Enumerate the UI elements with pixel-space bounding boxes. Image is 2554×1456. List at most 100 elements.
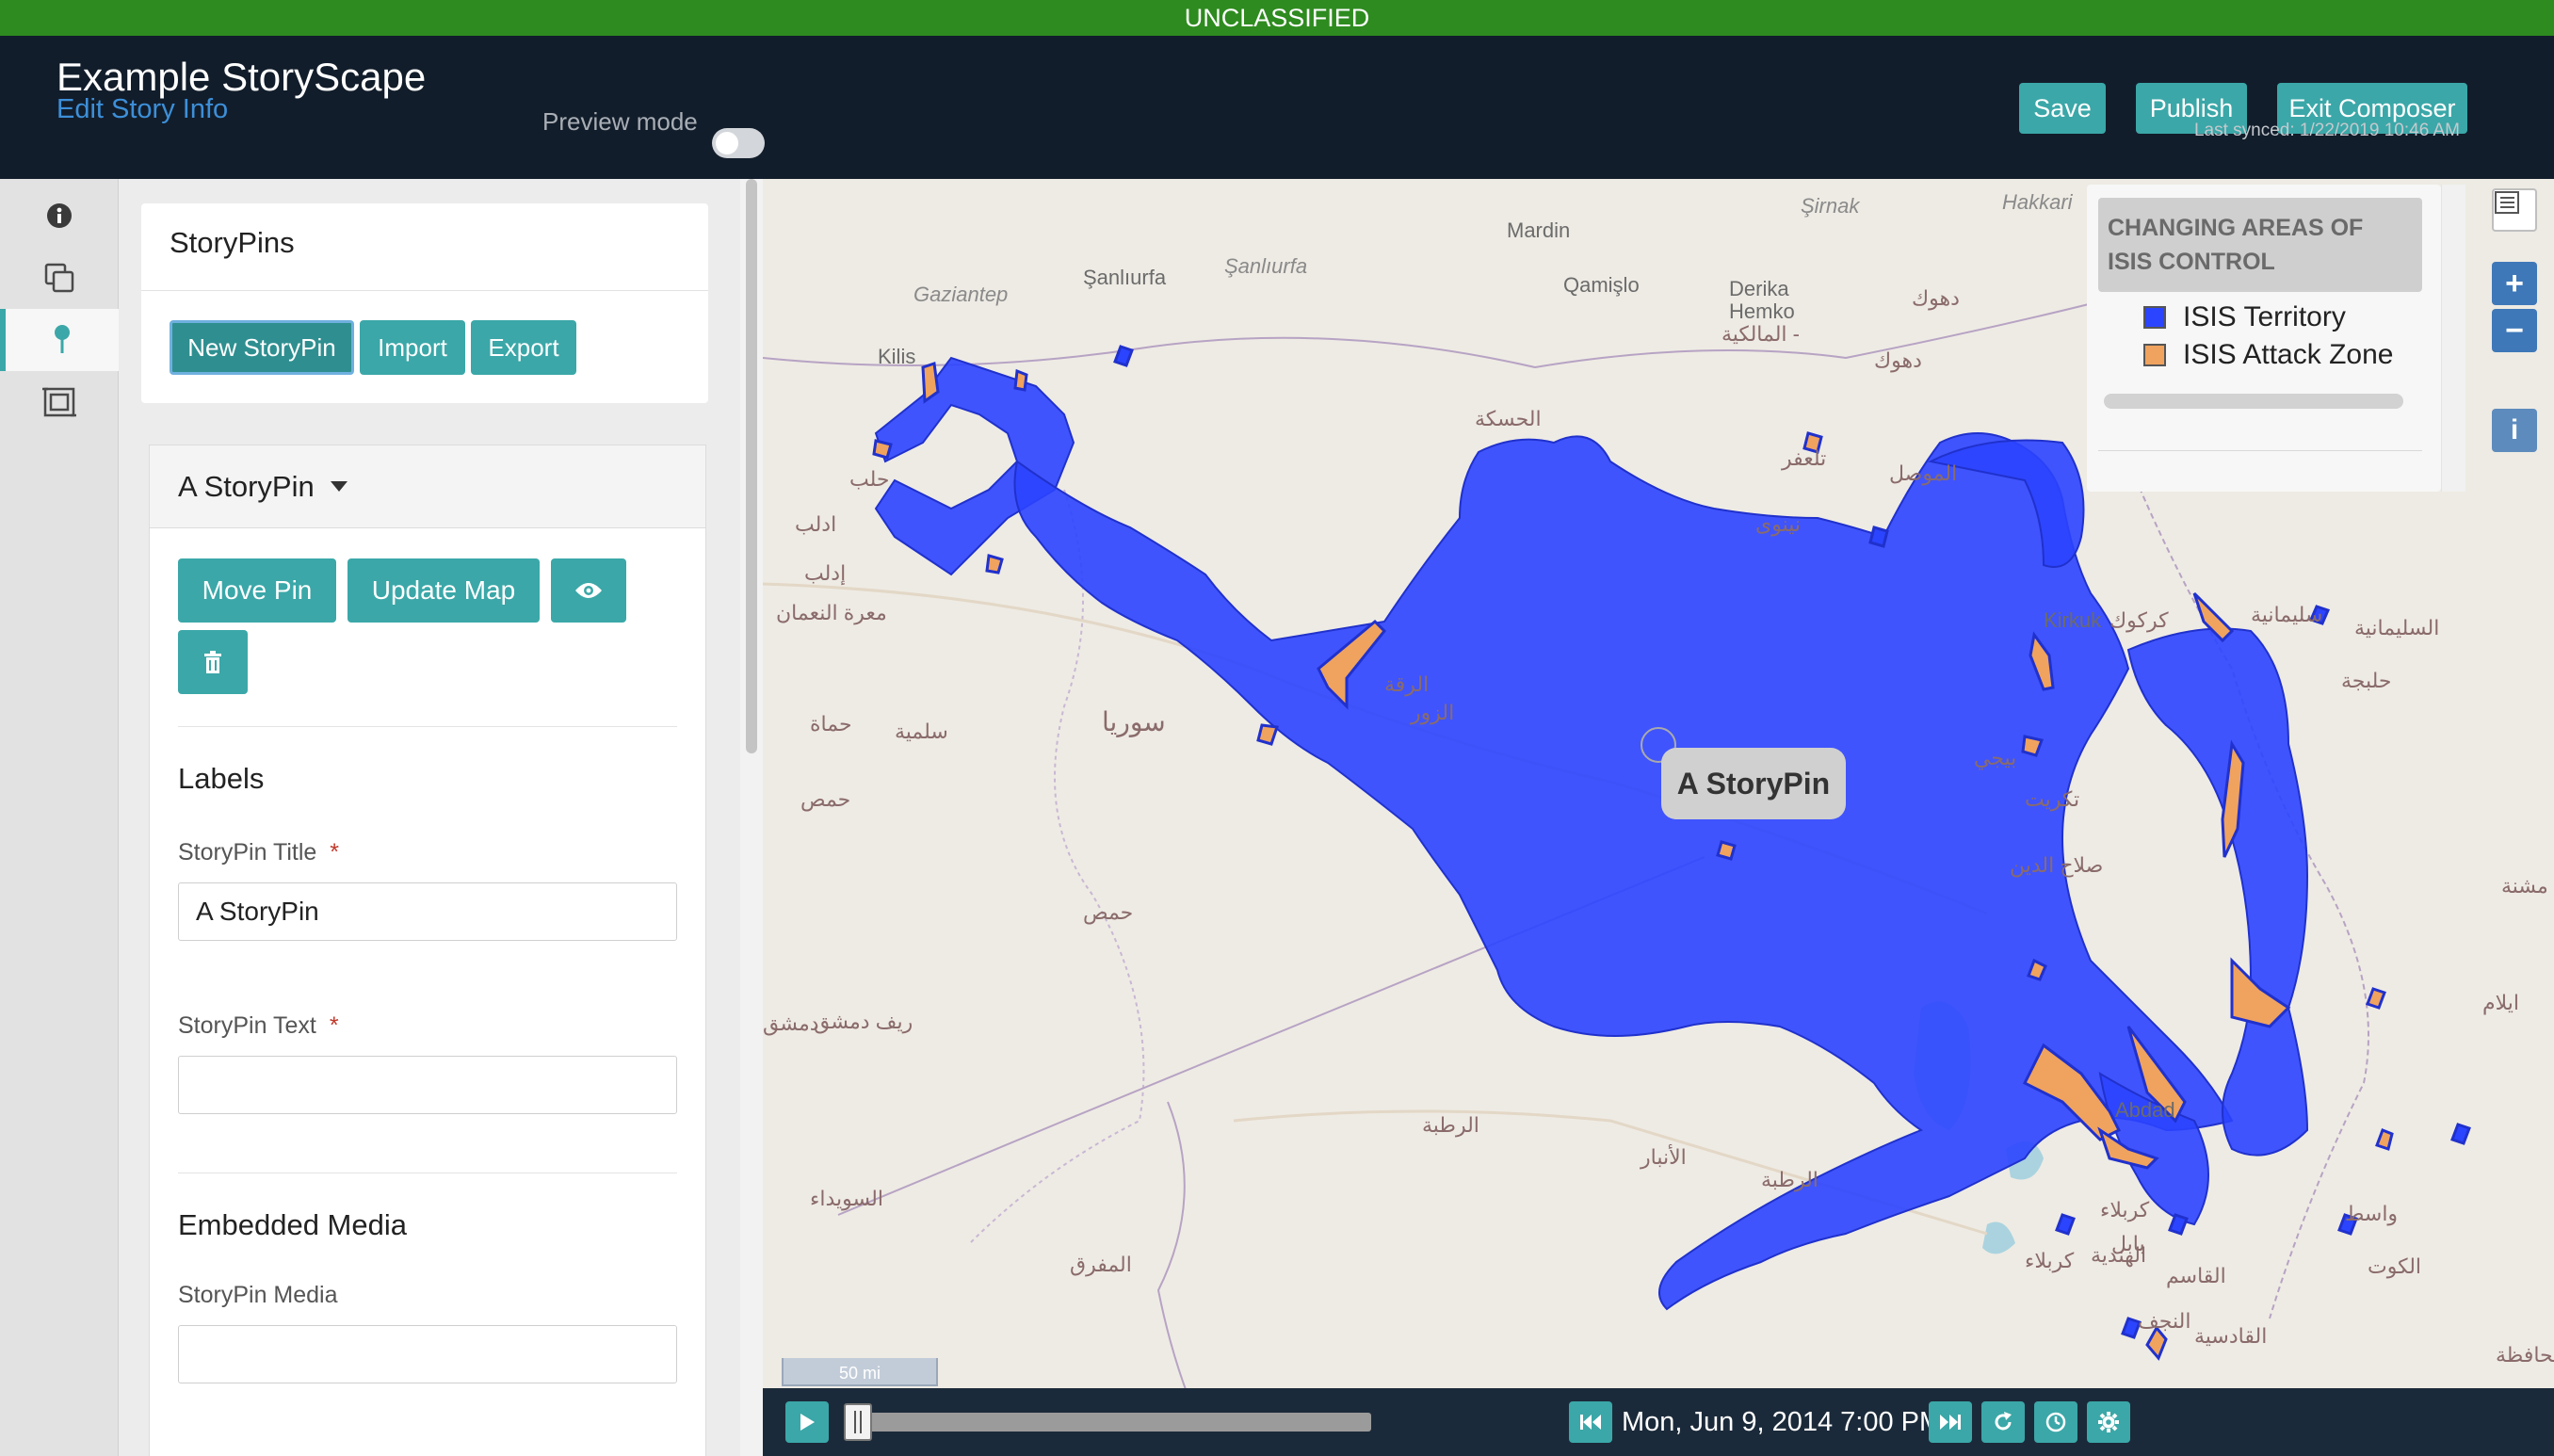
legend-swatch	[2143, 306, 2166, 329]
storypin-card-title: A StoryPin	[178, 470, 315, 503]
map-label: سليمانية	[2251, 603, 2323, 626]
map-label: Hakkari	[2002, 190, 2073, 214]
storypin-editor-panel: StoryPins New StoryPin Import Export A S…	[119, 179, 740, 1456]
delete-pin-button[interactable]	[178, 630, 248, 694]
caret-down-icon	[331, 481, 348, 492]
map-label: الكوت	[2368, 1254, 2422, 1278]
storypin-text-input[interactable]	[178, 1056, 677, 1114]
loop-button[interactable]	[1981, 1401, 2025, 1443]
map-label: السليمانية	[2354, 616, 2440, 639]
rail-item-info[interactable]	[0, 185, 119, 247]
time-settings-button[interactable]	[2034, 1401, 2077, 1443]
frame-icon	[42, 387, 76, 417]
map-label: كربلاء	[2100, 1198, 2150, 1221]
eye-icon	[575, 583, 602, 598]
import-button[interactable]: Import	[360, 320, 465, 375]
toggle-knob	[716, 132, 738, 154]
map-label: حمص	[800, 787, 851, 811]
storypin-map-label[interactable]: A StoryPin	[1661, 748, 1846, 819]
storypin-title-input[interactable]: A StoryPin	[178, 882, 677, 941]
isis-territory	[874, 356, 2309, 1311]
map-label: Kirkuk	[2044, 608, 2102, 632]
new-storypin-button[interactable]: New StoryPin	[170, 320, 354, 375]
play-button[interactable]	[785, 1401, 829, 1443]
map-label: ادلب	[795, 512, 837, 536]
map-label: كربلاء	[2025, 1249, 2075, 1272]
map-label: Mardin	[1507, 218, 1571, 242]
legend-title: CHANGING AREAS OF ISIS CONTROL	[2098, 198, 2422, 292]
save-button[interactable]: Save	[2019, 83, 2106, 134]
map-label: الهندية	[2091, 1243, 2147, 1267]
step-forward-button[interactable]	[1929, 1401, 1972, 1443]
map-label: Şirnak	[1801, 194, 1860, 218]
refresh-icon	[1995, 1412, 2012, 1431]
classification-banner: UNCLASSIFIED	[0, 0, 2554, 36]
zoom-in-button[interactable]: +	[2492, 262, 2537, 305]
map-label: الزور	[1411, 701, 1455, 724]
export-button[interactable]: Export	[471, 320, 576, 375]
edit-story-info-link[interactable]: Edit Story Info	[57, 94, 228, 125]
step-back-button[interactable]	[1569, 1401, 1612, 1443]
timeline-track[interactable]	[844, 1413, 1371, 1432]
storypin-card: A StoryPin Move Pin Update Map Labels St…	[149, 445, 706, 1456]
rail-item-frames[interactable]	[0, 247, 119, 309]
map-label: نينوى	[1755, 512, 1801, 536]
map-label: Abdad	[2115, 1098, 2175, 1122]
panel-scrollbar[interactable]	[740, 179, 763, 1456]
scrollbar-thumb[interactable]	[746, 179, 757, 753]
map-pin-icon	[55, 325, 70, 353]
settings-button[interactable]	[2087, 1401, 2130, 1443]
map-label: السويداء	[810, 1187, 883, 1210]
last-synced-text: Last synced: 1/22/2019 10:46 AM	[2193, 121, 2460, 140]
map-label: إدلب	[804, 561, 847, 585]
map-view[interactable]: Şanlıurfa Şanlıurfa Gaziantep Kilis Mard…	[763, 179, 2554, 1456]
map-label: صلاح الدين	[2010, 853, 2104, 877]
storypins-heading: StoryPins	[170, 226, 295, 259]
map-label: الموصل	[1889, 461, 1958, 485]
storypin-title-label: StoryPin Title *	[178, 839, 340, 866]
copy-icon	[44, 263, 74, 293]
map-label: حلب	[849, 467, 890, 491]
map-label: القاسم	[2166, 1264, 2226, 1287]
map-label: حلبجة	[2341, 669, 2392, 692]
map-label: ايلام	[2482, 991, 2519, 1014]
timeline-handle[interactable]	[844, 1403, 872, 1441]
required-mark: *	[330, 839, 340, 866]
map-label: الرقة	[1384, 672, 1430, 696]
clock-icon	[2045, 1412, 2066, 1432]
legend-label: ISIS Attack Zone	[2183, 339, 2394, 370]
icon-rail	[0, 179, 119, 1456]
scale-bar: 50 mi	[782, 1358, 938, 1386]
map-label: القادسية	[2194, 1324, 2268, 1348]
map-label: Şanlıurfa	[1083, 266, 1167, 289]
gear-icon	[2098, 1412, 2119, 1432]
zoom-out-button[interactable]: −	[2492, 309, 2537, 352]
map-label: Kilis	[878, 345, 916, 368]
map-label: حماة	[810, 712, 852, 736]
map-label: المفرق	[1070, 1253, 1132, 1276]
map-label: واسط	[2345, 1202, 2399, 1225]
info-icon	[47, 203, 72, 228]
map-label: الرطبة	[1422, 1113, 1479, 1137]
update-map-button[interactable]: Update Map	[348, 558, 540, 623]
map-label: سوريا	[1102, 707, 1166, 736]
rail-item-boxes[interactable]	[0, 371, 119, 433]
legend-item: ISIS Attack Zone	[2143, 339, 2393, 371]
story-title: Example StoryScape	[57, 55, 427, 99]
storypin-media-input[interactable]	[178, 1325, 677, 1383]
move-pin-button[interactable]: Move Pin	[178, 558, 336, 623]
legend-vertical-scrollbar[interactable]	[2441, 185, 2465, 492]
storypin-card-header[interactable]: A StoryPin	[150, 445, 705, 528]
legend-scrollbar[interactable]	[2104, 394, 2403, 409]
layers-button[interactable]	[2492, 188, 2537, 232]
trash-icon	[204, 651, 221, 673]
preview-pin-button[interactable]	[551, 558, 626, 623]
map-info-button[interactable]: i	[2492, 409, 2537, 452]
map-legend: CHANGING AREAS OF ISIS CONTROL ISIS Terr…	[2087, 185, 2441, 492]
preview-mode-toggle[interactable]	[712, 128, 765, 158]
map-label: Derika	[1729, 277, 1789, 300]
divider	[141, 290, 708, 291]
rail-item-storypins[interactable]	[0, 309, 119, 371]
play-icon	[800, 1414, 815, 1431]
embedded-media-heading: Embedded Media	[178, 1208, 407, 1241]
